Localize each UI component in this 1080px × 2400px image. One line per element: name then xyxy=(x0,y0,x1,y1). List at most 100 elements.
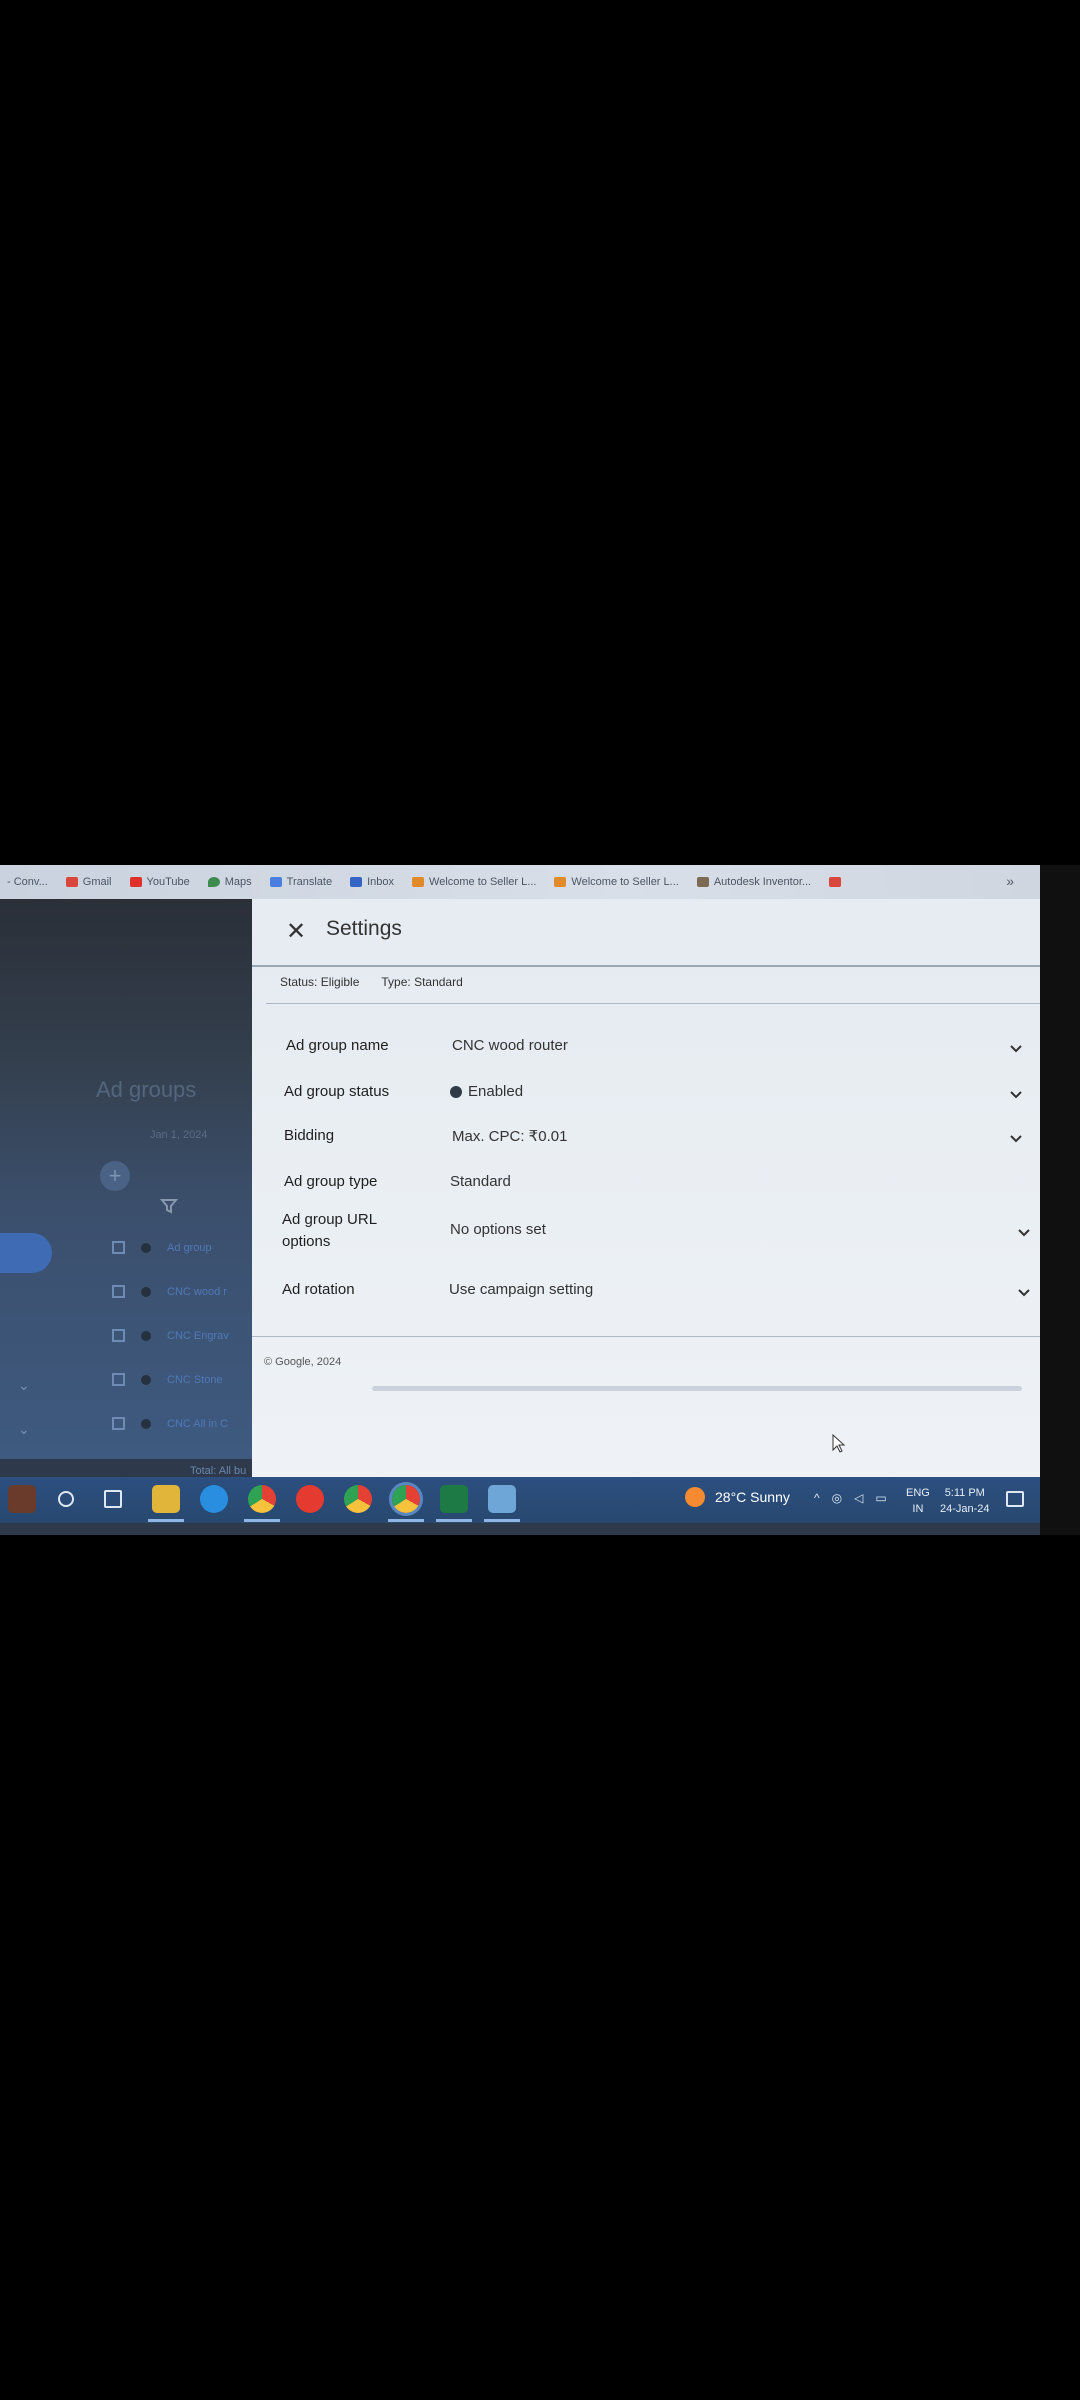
bookmark-seller-1[interactable]: Welcome to Seller L... xyxy=(412,876,536,888)
ad-groups-page-background: Ad groups Jan 1, 2024 + Ad group CNC woo… xyxy=(0,899,262,1477)
setting-value: Standard xyxy=(450,1173,511,1190)
setting-row-ad-group-type: Ad group type Standard xyxy=(252,1167,1040,1211)
active-indicator xyxy=(484,1519,520,1522)
edge-browser-icon[interactable] xyxy=(200,1485,228,1513)
status-dot xyxy=(141,1330,151,1341)
close-icon[interactable]: ✕ xyxy=(286,917,306,946)
language-indicator[interactable]: ENG IN xyxy=(906,1485,930,1517)
search-circle-icon[interactable] xyxy=(58,1491,74,1507)
copyright-footer: © Google, 2024 xyxy=(264,1356,342,1368)
chevron-down-icon[interactable] xyxy=(1008,1131,1024,1147)
active-indicator xyxy=(148,1519,184,1522)
setting-label: Ad group name xyxy=(286,1037,389,1054)
settings-panel: ✕ Settings Status: Eligible Type: Standa… xyxy=(252,899,1040,1477)
bookmark-inbox[interactable]: Inbox xyxy=(350,876,394,888)
sun-icon xyxy=(685,1487,705,1507)
date-range[interactable]: Jan 1, 2024 xyxy=(150,1129,208,1141)
chevron-down-icon[interactable]: ⌄ xyxy=(18,1377,30,1394)
setting-row-ad-group-name[interactable]: Ad group name CNC wood router xyxy=(252,1029,1040,1073)
maps-pin-icon xyxy=(207,877,220,887)
table-row[interactable]: CNC Engrav xyxy=(112,1329,229,1342)
setting-row-url-options[interactable]: Ad group URL options No options set xyxy=(252,1209,1040,1261)
page-title: Ad groups xyxy=(96,1077,197,1102)
row-checkbox[interactable] xyxy=(112,1417,125,1430)
setting-label: Ad rotation xyxy=(282,1281,355,1298)
youtube-icon xyxy=(129,877,142,887)
windows-taskbar: 28°C Sunny ^ ◎ ◁ ▭ ENG IN 5:11 PM 24-Jan… xyxy=(0,1477,1040,1523)
autodesk-icon xyxy=(696,877,709,887)
table-row[interactable]: CNC All in C xyxy=(112,1417,228,1430)
excel-icon[interactable] xyxy=(440,1485,468,1513)
bookmark-maps[interactable]: Maps xyxy=(207,876,252,888)
weather-text: 28°C Sunny xyxy=(715,1489,790,1505)
create-button[interactable] xyxy=(0,1233,52,1273)
file-explorer-icon[interactable] xyxy=(152,1485,180,1513)
setting-label: Ad group URL options xyxy=(282,1211,377,1250)
monitor-bezel xyxy=(1040,865,1080,1535)
network-icon[interactable]: ◎ xyxy=(832,1491,842,1505)
table-row[interactable]: CNC wood r xyxy=(112,1285,227,1298)
chrome-icon[interactable] xyxy=(248,1485,276,1513)
divider xyxy=(266,1003,1040,1004)
task-view-icon[interactable] xyxy=(104,1490,122,1508)
setting-label: Ad group type xyxy=(284,1173,378,1190)
setting-row-bidding[interactable]: Bidding Max. CPC: ₹0.01 xyxy=(252,1121,1040,1165)
inbox-n-icon xyxy=(350,877,363,887)
status-dot xyxy=(450,1085,462,1098)
row-checkbox[interactable] xyxy=(112,1285,125,1298)
chevron-down-icon[interactable] xyxy=(1016,1225,1032,1241)
active-indicator xyxy=(244,1519,280,1522)
bookmarks-overflow-icon[interactable]: » xyxy=(1006,873,1014,889)
notification-icon[interactable] xyxy=(1006,1491,1024,1507)
bookmark-gmail[interactable]: Gmail xyxy=(65,876,112,888)
setting-label: Bidding xyxy=(284,1127,335,1144)
setting-label: Ad group status xyxy=(284,1083,390,1100)
row-checkbox[interactable] xyxy=(112,1373,125,1386)
setting-value: No options set xyxy=(450,1221,546,1238)
add-button[interactable]: + xyxy=(100,1161,130,1191)
setting-row-ad-rotation[interactable]: Ad rotation Use campaign setting xyxy=(252,1275,1040,1319)
battery-icon[interactable]: ▭ xyxy=(875,1491,886,1505)
bookmark-item[interactable]: - Conv... xyxy=(2,876,48,888)
chevron-down-icon[interactable] xyxy=(1008,1087,1024,1103)
chrome-active-icon[interactable] xyxy=(389,1482,423,1516)
row-checkbox[interactable] xyxy=(112,1241,125,1254)
volume-icon[interactable]: ◁ xyxy=(854,1491,863,1505)
status-text: Status: Eligible xyxy=(280,975,360,989)
chevron-down-icon[interactable] xyxy=(1008,1041,1024,1057)
active-indicator xyxy=(436,1519,472,1522)
bookmark-translate[interactable]: Translate xyxy=(269,876,332,888)
chevron-up-icon[interactable]: ^ xyxy=(814,1491,820,1505)
weather-widget[interactable]: 28°C Sunny xyxy=(685,1487,790,1507)
settings-header: ✕ Settings xyxy=(252,899,1040,967)
setting-value: CNC wood router xyxy=(452,1037,568,1054)
gmail-icon xyxy=(65,877,78,887)
opera-icon[interactable] xyxy=(296,1485,324,1513)
chevron-down-icon[interactable]: ⌄ xyxy=(18,1421,30,1438)
setting-value: Max. CPC: ₹0.01 xyxy=(452,1128,568,1145)
bookmark-youtube[interactable]: YouTube xyxy=(129,876,190,888)
status-dot xyxy=(141,1286,151,1297)
bookmarks-bar: - Conv... Gmail YouTube Maps Translate I… xyxy=(0,865,1040,899)
bookmark-gmail-2[interactable] xyxy=(829,877,842,887)
type-text: Type: Standard xyxy=(381,975,463,989)
bookmark-seller-2[interactable]: Welcome to Seller L... xyxy=(554,876,679,888)
chrome-profile-icon[interactable] xyxy=(344,1485,372,1513)
setting-row-ad-group-status[interactable]: Ad group status Enabled xyxy=(252,1075,1040,1119)
scrollbar[interactable] xyxy=(372,1386,1022,1391)
clock[interactable]: 5:11 PM 24-Jan-24 xyxy=(940,1485,990,1517)
active-indicator xyxy=(388,1519,424,1522)
status-dot xyxy=(141,1418,151,1429)
status-dot xyxy=(141,1374,151,1385)
guitar-icon[interactable] xyxy=(8,1485,36,1513)
status-summary: Status: Eligible Type: Standard xyxy=(280,975,463,989)
notepad-icon[interactable] xyxy=(488,1485,516,1513)
filter-icon[interactable] xyxy=(159,1197,179,1220)
setting-value-wrap: Enabled xyxy=(450,1083,523,1100)
bookmark-autodesk[interactable]: Autodesk Inventor... xyxy=(696,876,811,888)
system-tray: ^ ◎ ◁ ▭ xyxy=(814,1491,887,1505)
table-row[interactable]: Ad group xyxy=(112,1241,212,1254)
row-checkbox[interactable] xyxy=(112,1329,125,1342)
table-row[interactable]: CNC Stone xyxy=(112,1373,223,1386)
chevron-down-icon[interactable] xyxy=(1016,1285,1032,1301)
